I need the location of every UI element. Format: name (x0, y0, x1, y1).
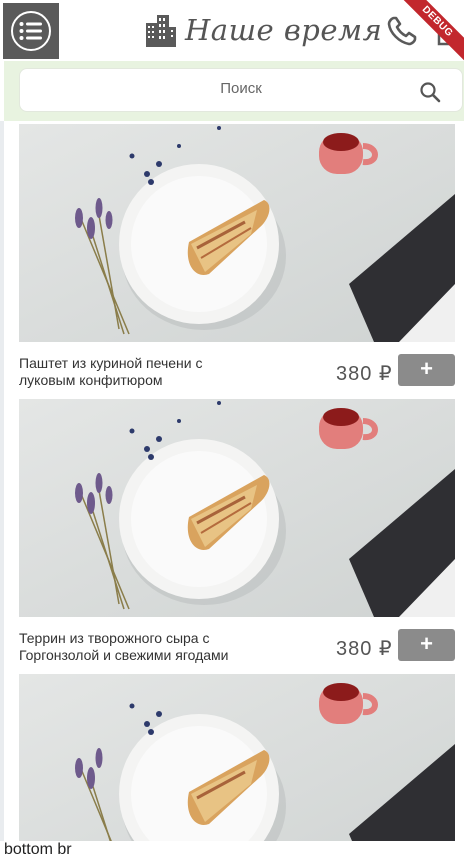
add-to-cart-button[interactable]: + (398, 629, 455, 661)
app-header: Наше время DEBUG (0, 0, 464, 67)
product-card[interactable] (19, 674, 455, 841)
product-name[interactable]: Террин из творожного сыра с Горгонзолой … (19, 630, 239, 664)
product-image (19, 674, 455, 841)
product-image (19, 399, 455, 617)
product-image (19, 124, 455, 342)
menu-button[interactable] (3, 3, 59, 59)
menu-icon (11, 11, 51, 51)
footer-text: bottom br (4, 841, 72, 858)
add-to-cart-button[interactable]: + (398, 354, 455, 386)
product-price: 380 ₽ (336, 363, 393, 385)
search-placeholder: Поиск (220, 80, 262, 97)
brand-logo[interactable]: Наше время (145, 10, 382, 50)
search-icon[interactable] (419, 81, 441, 103)
logo-text: Наше время (185, 13, 383, 47)
search-input[interactable]: Поиск (19, 68, 463, 112)
building-icon (146, 15, 176, 47)
product-price: 380 ₽ (336, 638, 393, 660)
product-name[interactable]: Паштет из куриной печени с луковым конфи… (19, 355, 239, 389)
search-bar: Поиск (4, 61, 464, 121)
side-edge (0, 121, 4, 841)
phone-icon[interactable] (386, 15, 418, 47)
